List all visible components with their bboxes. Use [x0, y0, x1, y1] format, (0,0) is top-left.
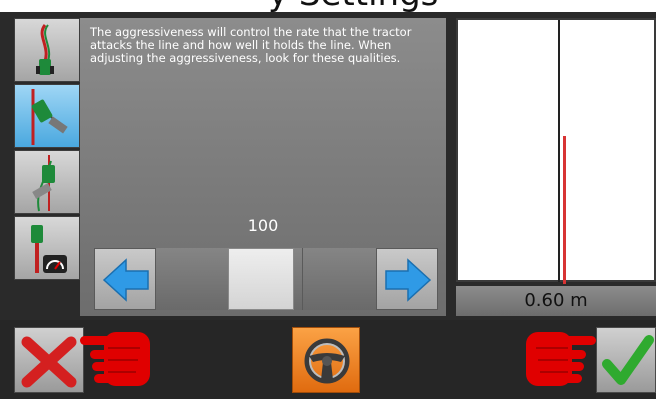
tractor-curve-response-icon	[32, 155, 55, 212]
aggressiveness-mode-button[interactable]	[14, 84, 80, 148]
pointing-hand-right-icon	[526, 332, 596, 386]
description-text: The aggressiveness will control the rate…	[90, 25, 412, 65]
speed-gauge-mode-button[interactable]	[14, 216, 80, 280]
steering-wheel-icon	[304, 338, 350, 384]
aggressiveness-slider[interactable]	[94, 248, 438, 310]
accept-button[interactable]	[596, 327, 656, 393]
aggressiveness-panel: The aggressiveness will control the rate…	[80, 18, 446, 316]
guidance-preview	[456, 18, 656, 284]
steering-engage-button[interactable]	[292, 327, 360, 393]
aggressiveness-value: 100	[247, 216, 279, 235]
checkmark-icon	[602, 335, 654, 385]
decrease-button[interactable]	[94, 248, 156, 310]
settings-frame: The aggressiveness will control the rate…	[0, 12, 656, 399]
tractor-aggressiveness-icon	[31, 89, 68, 145]
title-strip: y Settings	[0, 0, 656, 12]
slider-thumb[interactable]	[228, 248, 294, 310]
cancel-button[interactable]	[14, 327, 84, 393]
curve-response-mode-button[interactable]	[14, 150, 80, 214]
arrow-left-icon	[102, 258, 149, 302]
line-acquisition-mode-button[interactable]	[14, 18, 80, 82]
page-title: y Settings	[268, 0, 438, 12]
tractor-curve-icon	[36, 24, 54, 75]
cancel-x-icon	[21, 336, 77, 388]
increase-button[interactable]	[376, 248, 438, 310]
tractor-gauge-icon	[31, 225, 67, 273]
mode-button-column	[14, 18, 80, 288]
offset-readout: 0.60 m	[456, 286, 656, 316]
guidance-line	[558, 20, 560, 282]
pointing-hand-left-icon	[80, 332, 150, 386]
bottom-action-bar	[0, 320, 656, 399]
slider-track[interactable]	[156, 248, 376, 310]
arrow-right-icon	[385, 258, 432, 302]
vehicle-track-line	[563, 136, 566, 284]
